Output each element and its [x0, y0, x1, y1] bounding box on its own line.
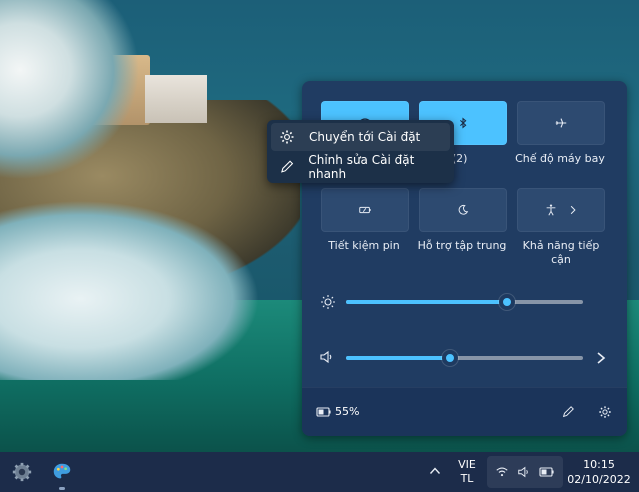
accessibility-tile[interactable] — [517, 188, 605, 232]
pencil-icon — [281, 160, 294, 173]
chevron-right-icon[interactable] — [568, 205, 578, 215]
bluetooth-icon — [460, 117, 467, 129]
wallpaper-wave-top — [0, 0, 140, 180]
taskbar: VIE TL 10:15 02/10/2022 — [0, 452, 639, 492]
battery-saver-tile[interactable] — [321, 188, 409, 232]
battery-percent: 55% — [335, 405, 360, 418]
battery-icon — [539, 467, 554, 477]
gear-icon — [280, 130, 294, 144]
quick-settings-tray-button[interactable] — [487, 456, 563, 488]
menu-item-edit-quick-settings[interactable]: Chỉnh sửa Cài đặt nhanh — [271, 153, 450, 181]
wifi-icon — [496, 467, 508, 477]
pencil-icon[interactable] — [561, 405, 575, 419]
battery-saver-icon — [359, 206, 371, 214]
lang-line1: VIE — [458, 458, 476, 471]
clock-date: 02/10/2022 — [567, 473, 631, 486]
quick-settings-footer: 55% — [302, 387, 627, 436]
speaker-icon — [518, 466, 528, 478]
context-menu: Chuyển tới Cài đặt Chỉnh sửa Cài đặt nha… — [267, 120, 454, 183]
paint-app-button[interactable] — [46, 456, 78, 488]
volume-fill — [346, 356, 450, 360]
airplane-tile[interactable] — [517, 101, 605, 145]
menu-item-label: Chuyển tới Cài đặt — [309, 130, 421, 144]
volume-slider[interactable] — [346, 350, 583, 366]
accessibility-icon — [546, 204, 556, 216]
airplane-label: Chế độ máy bay — [515, 152, 605, 165]
wallpaper-building-white — [145, 75, 207, 123]
focus-assist-label: Hỗ trợ tập trung — [417, 239, 507, 252]
palette-icon — [53, 463, 71, 479]
settings-app-button[interactable] — [6, 456, 38, 488]
battery-icon[interactable] — [316, 406, 332, 418]
gear-icon[interactable] — [598, 405, 612, 419]
brightness-slider[interactable] — [346, 294, 583, 310]
volume-thumb[interactable] — [442, 350, 458, 366]
clock-time: 10:15 — [583, 458, 615, 471]
battery-saver-label: Tiết kiệm pin — [328, 239, 400, 252]
brightness-fill — [346, 300, 507, 304]
lang-line2: TL — [460, 472, 474, 485]
brightness-icon — [321, 295, 335, 309]
running-indicator — [59, 487, 65, 490]
settings-app-icon — [12, 462, 32, 482]
chevron-up-icon[interactable] — [429, 465, 441, 477]
airplane-icon — [555, 118, 567, 128]
focus-assist-tile[interactable] — [419, 188, 507, 232]
menu-item-go-to-settings[interactable]: Chuyển tới Cài đặt — [271, 123, 450, 151]
input-language-indicator[interactable]: VIE TL — [455, 458, 479, 486]
menu-item-label: Chỉnh sửa Cài đặt nhanh — [308, 153, 415, 181]
moon-icon — [458, 204, 469, 215]
clock[interactable]: 10:15 02/10/2022 — [563, 457, 635, 487]
wallpaper-wave — [0, 200, 260, 380]
speaker-icon[interactable] — [319, 349, 335, 365]
accessibility-label: Khả năng tiếp cận — [522, 239, 600, 266]
chevron-right-icon[interactable] — [596, 352, 606, 364]
brightness-thumb[interactable] — [499, 294, 515, 310]
